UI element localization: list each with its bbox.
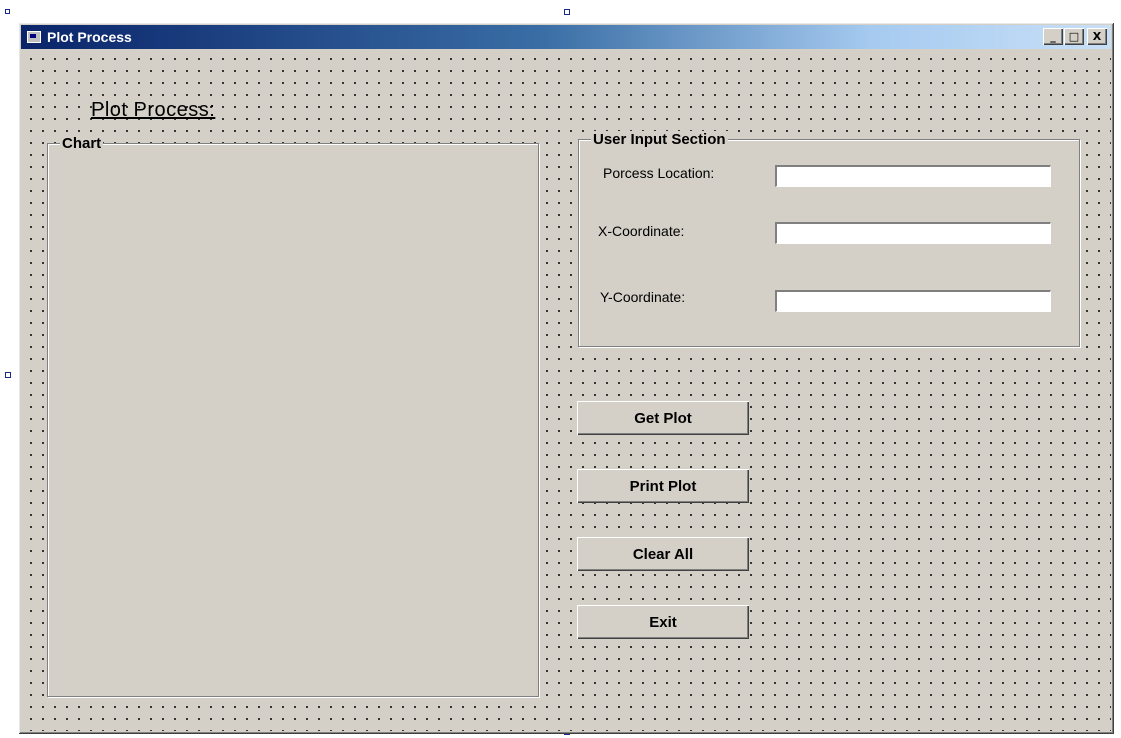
x-coordinate-input[interactable] [775,222,1051,244]
exit-button[interactable]: Exit [577,605,749,639]
y-coordinate-label: Y-Coordinate: [600,289,686,305]
form-client-area: Plot Process: Chart User Input Section P… [21,49,1111,731]
clear-all-button[interactable]: Clear All [577,537,749,571]
minimize-icon: _ [1050,30,1056,43]
chart-frame-label: Chart [60,135,104,152]
form-icon [27,31,41,43]
window-title: Plot Process [47,29,132,45]
title-bar[interactable]: Plot Process _ □ X [21,25,1111,49]
close-icon: X [1092,30,1102,43]
maximize-button[interactable]: □ [1064,28,1084,45]
resize-handle-left[interactable] [5,372,11,378]
resize-handle-top[interactable] [564,9,570,15]
minimize-button[interactable]: _ [1043,28,1063,45]
get-plot-button[interactable]: Get Plot [577,401,749,435]
chart-frame: Chart [47,135,539,697]
y-coordinate-input[interactable] [775,290,1051,312]
maximize-icon: □ [1068,30,1080,43]
form-heading: Plot Process: [91,99,216,121]
user-input-frame-label: User Input Section [591,131,728,148]
process-location-label: Porcess Location: [603,165,715,181]
print-plot-button[interactable]: Print Plot [577,469,749,503]
window-controls: _ □ X [1042,28,1107,45]
process-location-input[interactable] [775,165,1051,187]
close-button[interactable]: X [1087,28,1107,45]
x-coordinate-label: X-Coordinate: [598,223,685,239]
resize-handle-top-left[interactable] [5,9,10,14]
form-window: Plot Process _ □ X Plot Process: Chart U… [18,22,1114,734]
